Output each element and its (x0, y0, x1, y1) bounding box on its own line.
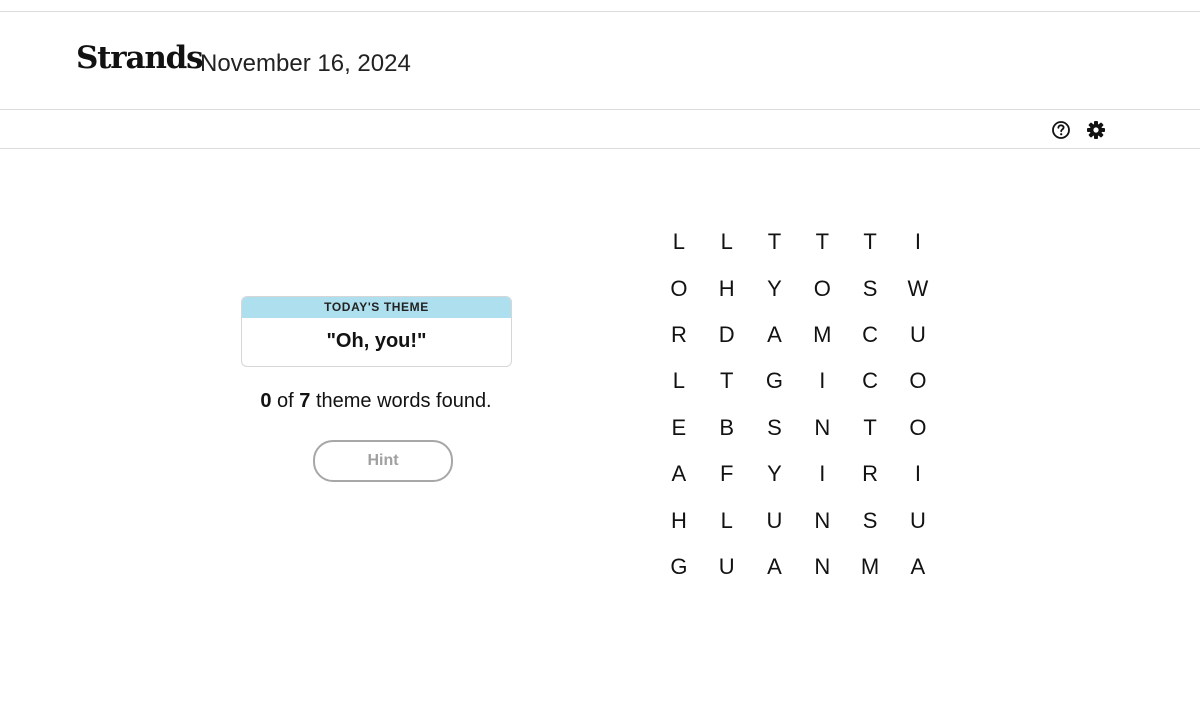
letter-cell[interactable]: N (798, 405, 846, 451)
letter-cell[interactable]: T (751, 219, 799, 265)
letter-cell[interactable]: R (846, 451, 894, 497)
progress-text: 0 of 7 theme words found. (200, 390, 552, 413)
game-header: Strands November 16, 2024 (0, 12, 1200, 110)
letter-cell[interactable]: S (846, 265, 894, 311)
letter-cell[interactable]: U (703, 544, 751, 590)
letter-cell[interactable]: M (798, 312, 846, 358)
letter-cell[interactable]: A (751, 312, 799, 358)
theme-card: TODAY'S THEME "Oh, you!" (241, 296, 512, 367)
letter-cell[interactable]: L (703, 219, 751, 265)
letter-cell[interactable]: T (798, 219, 846, 265)
theme-text: "Oh, you!" (326, 330, 427, 352)
letter-cell[interactable]: I (894, 451, 942, 497)
letter-cell[interactable]: U (894, 312, 942, 358)
letter-cell[interactable]: N (798, 497, 846, 543)
letter-cell[interactable]: N (798, 544, 846, 590)
letter-cell[interactable]: I (798, 451, 846, 497)
letter-cell[interactable]: M (846, 544, 894, 590)
letter-cell[interactable]: W (894, 265, 942, 311)
letter-cell[interactable]: T (846, 405, 894, 451)
progress-of: of (271, 390, 300, 412)
hint-button[interactable]: Hint (313, 440, 453, 482)
letter-cell[interactable]: C (846, 312, 894, 358)
letter-cell[interactable]: E (655, 405, 703, 451)
letter-cell[interactable]: G (751, 358, 799, 404)
letter-cell[interactable]: A (655, 451, 703, 497)
letter-cell[interactable]: U (751, 497, 799, 543)
letter-cell[interactable]: Y (751, 265, 799, 311)
toolbar (0, 110, 1200, 149)
letter-cell[interactable]: H (655, 497, 703, 543)
letter-cell[interactable]: O (894, 358, 942, 404)
letter-cell[interactable]: H (703, 265, 751, 311)
letter-cell[interactable]: T (846, 219, 894, 265)
letter-cell[interactable]: C (846, 358, 894, 404)
letter-cell[interactable]: S (846, 497, 894, 543)
puzzle-date: November 16, 2024 (200, 50, 411, 77)
letter-cell[interactable]: R (655, 312, 703, 358)
theme-label: TODAY'S THEME (242, 297, 511, 318)
letter-grid: LLTTTIOHYOSWRDAMCULTGICOEBSNTOAFYIRIHLUN… (655, 219, 942, 590)
letter-cell[interactable]: T (703, 358, 751, 404)
letter-cell[interactable]: O (655, 265, 703, 311)
settings-gear-icon[interactable] (1086, 120, 1106, 140)
letter-cell[interactable]: Y (751, 451, 799, 497)
letter-cell[interactable]: U (894, 497, 942, 543)
letter-cell[interactable]: O (894, 405, 942, 451)
letter-cell[interactable]: L (703, 497, 751, 543)
help-icon[interactable] (1051, 120, 1071, 140)
letter-cell[interactable]: G (655, 544, 703, 590)
found-count: 0 (260, 390, 272, 412)
letter-cell[interactable]: I (894, 219, 942, 265)
progress-suffix: theme words found. (310, 390, 492, 412)
total-count: 7 (299, 390, 311, 412)
letter-cell[interactable]: O (798, 265, 846, 311)
letter-cell[interactable]: A (894, 544, 942, 590)
letter-cell[interactable]: L (655, 358, 703, 404)
letter-cell[interactable]: F (703, 451, 751, 497)
game-title: Strands (76, 40, 204, 76)
letter-cell[interactable]: S (751, 405, 799, 451)
letter-cell[interactable]: B (703, 405, 751, 451)
letter-cell[interactable]: I (798, 358, 846, 404)
letter-cell[interactable]: A (751, 544, 799, 590)
letter-cell[interactable]: D (703, 312, 751, 358)
letter-cell[interactable]: L (655, 219, 703, 265)
